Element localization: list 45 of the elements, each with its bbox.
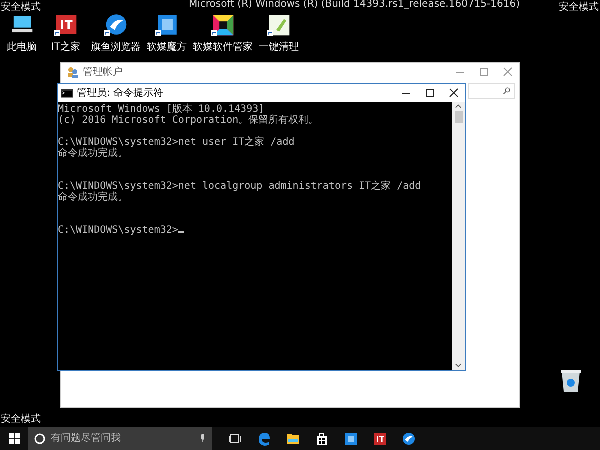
scroll-thumb[interactable]: [454, 111, 462, 123]
window-grid-icon[interactable]: [154, 13, 180, 38]
console-line: (c) 2016 Microsoft Corporation。保留所有权利。: [58, 115, 319, 126]
it-logo-icon[interactable]: [372, 432, 386, 446]
broom-icon[interactable]: [266, 13, 292, 38]
icon-label: 此电脑: [7, 40, 37, 54]
console-line: C:\WINDOWS\system32>net user IT之家 /add: [58, 137, 295, 148]
recycle-bin-icon[interactable]: [560, 369, 582, 393]
safe-mode-label: 安全模式: [1, 412, 41, 426]
console-line: Microsoft Windows [版本 10.0.14393]: [58, 104, 265, 115]
console-line: 命令成功完成。: [58, 148, 128, 159]
safe-mode-label: 安全模式: [559, 0, 599, 14]
it-logo-icon[interactable]: [54, 13, 78, 38]
console-line: C:\WINDOWS\system32>net localgroup administrators IT之家 /add: [58, 181, 422, 192]
console-icon: [61, 88, 73, 98]
icon-label: 软媒魔方: [147, 40, 187, 54]
scroll-up-icon[interactable]: [455, 104, 462, 109]
search-box[interactable]: 有问题尽管问我: [28, 427, 212, 450]
safe-mode-label: 安全模式: [1, 0, 41, 14]
folder-icon[interactable]: [286, 432, 300, 446]
windows-logo-icon[interactable]: [8, 433, 20, 444]
window-title: 管理帐户: [83, 66, 123, 79]
color-square-icon[interactable]: [210, 13, 236, 38]
console-line: 命令成功完成。: [58, 192, 128, 203]
window-title: 管理员: 命令提示符: [77, 87, 164, 100]
maximize-icon[interactable]: [425, 88, 435, 98]
shopping-bag-icon[interactable]: [314, 432, 328, 446]
icon-label: IT之家: [51, 40, 81, 54]
task-view-icon[interactable]: [228, 432, 242, 446]
fish-globe-icon[interactable]: [104, 13, 128, 38]
icon-label: 旗鱼浏览器: [91, 40, 141, 54]
users-icon: [67, 66, 79, 78]
close-icon[interactable]: [449, 88, 459, 98]
icon-label: 一键清理: [259, 40, 299, 54]
icon-label: 软媒软件管家: [193, 40, 253, 54]
window-grid-icon[interactable]: [344, 432, 358, 446]
search-field[interactable]: 有问题尽管问我: [51, 433, 195, 444]
search-icon[interactable]: [503, 87, 511, 95]
edge-icon[interactable]: [256, 432, 270, 446]
scroll-down-icon[interactable]: [455, 363, 462, 368]
search-field[interactable]: [468, 83, 515, 99]
cortana-ring-icon[interactable]: [34, 432, 46, 444]
console-line: C:\WINDOWS\system32>: [58, 225, 184, 236]
fish-globe-icon[interactable]: [402, 432, 416, 446]
microphone-icon[interactable]: [200, 433, 206, 444]
